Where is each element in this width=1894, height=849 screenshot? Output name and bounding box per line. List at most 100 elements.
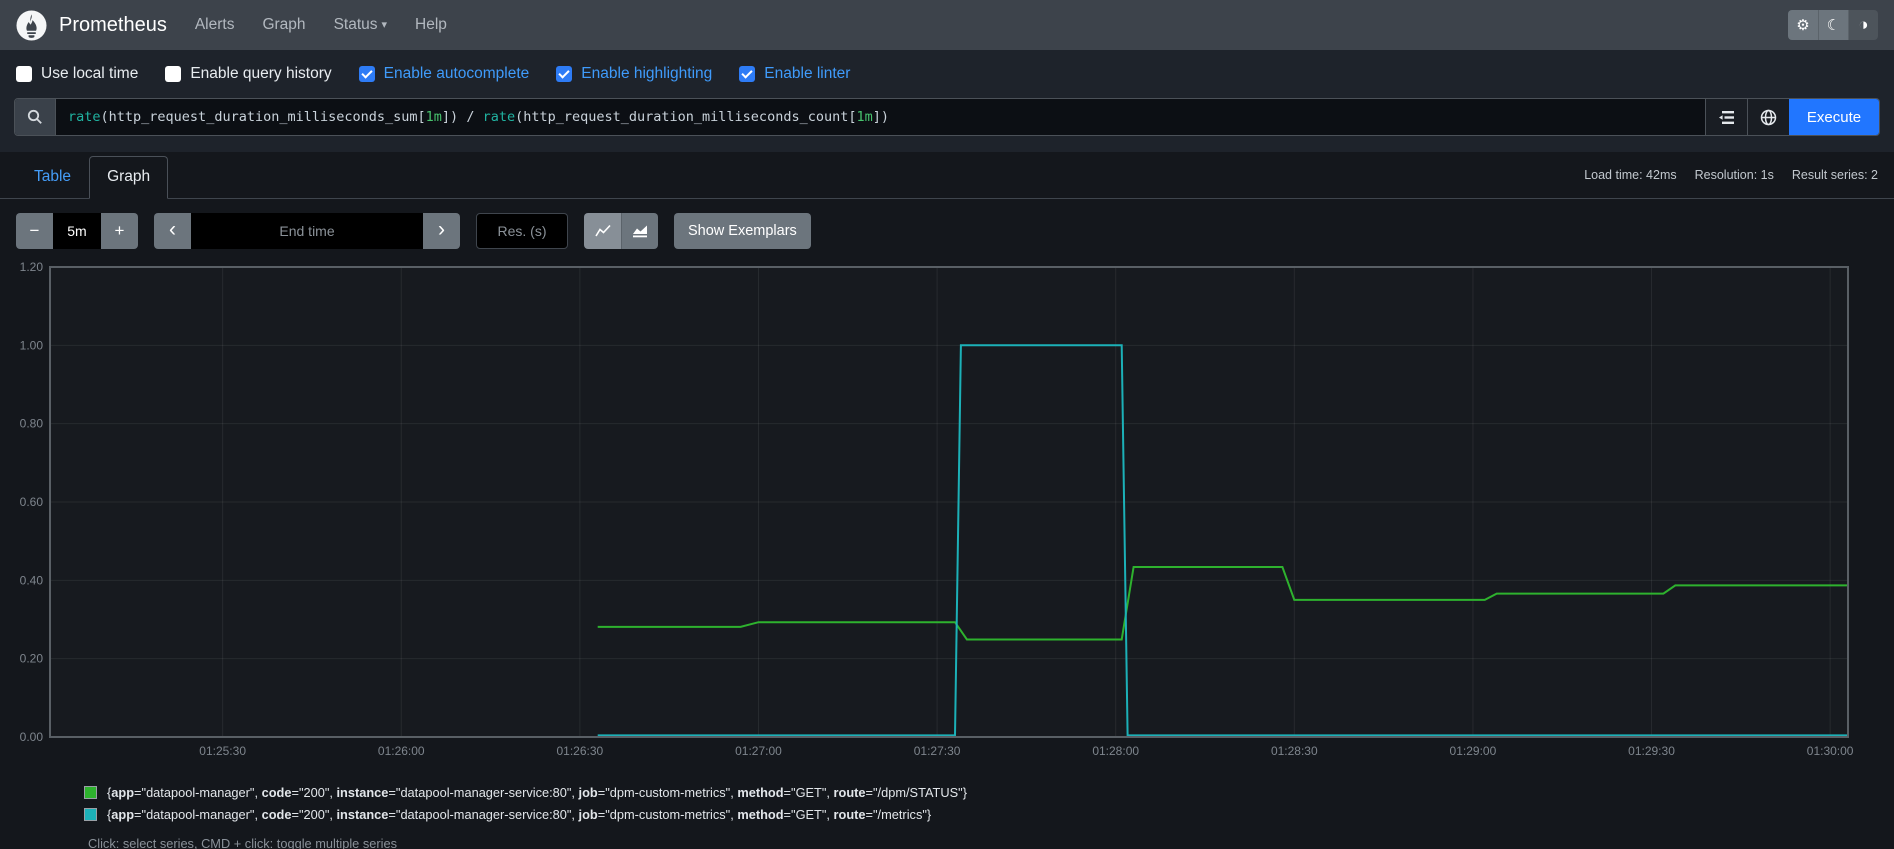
time-back-button[interactable]: ‹ <box>154 213 191 249</box>
query-token: http_request_duration_milliseconds_count <box>523 109 849 125</box>
option-label: Enable query history <box>190 65 332 82</box>
option-enable-linter[interactable]: Enable linter <box>739 65 850 83</box>
tab-graph[interactable]: Graph <box>89 156 169 199</box>
time-series-chart[interactable]: 1.20 1.00 0.80 0.60 0.40 0.20 0.00 01:25:30 01:2… <box>16 259 1878 769</box>
tab-table[interactable]: Table <box>16 156 89 199</box>
line-chart-button[interactable] <box>584 213 621 249</box>
checkbox[interactable] <box>739 66 756 82</box>
range-input[interactable] <box>53 213 101 249</box>
resolution-input[interactable] <box>476 213 568 249</box>
tabs-row: Table Graph Load time: 42ms Resolution: … <box>0 152 1894 199</box>
query-group: rate(http_request_duration_milliseconds_… <box>14 98 1880 136</box>
x-tick-label: 01:27:30 <box>914 744 961 758</box>
brand[interactable]: Prometheus <box>16 9 167 41</box>
range-decrease-button[interactable]: − <box>16 213 53 249</box>
end-time-picker: ‹ › <box>154 213 460 249</box>
moon-icon: ☾ <box>1826 17 1841 34</box>
chart-type-toggle <box>584 213 658 249</box>
y-tick-label: 0.40 <box>20 573 44 587</box>
query-tree-view-button[interactable] <box>1705 99 1747 135</box>
query-token: http_request_duration_milliseconds_sum <box>108 109 418 125</box>
time-forward-button[interactable]: › <box>423 213 460 249</box>
x-tick-label: 01:28:00 <box>1092 744 1139 758</box>
checkbox[interactable] <box>556 66 573 82</box>
load-time: Load time: 42ms <box>1584 168 1677 182</box>
checkbox[interactable] <box>358 66 375 82</box>
option-use-local-time[interactable]: Use local time <box>16 65 138 83</box>
query-token: [ <box>417 109 426 125</box>
app-title: Prometheus <box>59 13 167 36</box>
nav-item-help[interactable]: Help <box>401 8 461 42</box>
legend-help-note: Click: select series, CMD + click: toggl… <box>88 836 397 849</box>
query-token: / <box>458 109 483 125</box>
option-label: Use local time <box>41 65 139 82</box>
nav-item-status[interactable]: Status ▾ <box>320 8 401 42</box>
navbar: Prometheus Alerts Graph Status ▾ Help ⚙ ☾… <box>0 0 1894 50</box>
range-increase-button[interactable]: + <box>101 213 138 249</box>
legend-label: {app="datapool-manager", code="200", ins… <box>107 785 967 800</box>
checkbox[interactable] <box>16 66 32 82</box>
x-tick-label: 01:30:00 <box>1807 744 1854 758</box>
y-tick-label: 0.00 <box>20 730 44 744</box>
resolution: Resolution: 1s <box>1694 168 1774 182</box>
light-theme-button[interactable]: ⚙ <box>1788 10 1818 40</box>
graph-controls: − + ‹ › Show Exemplars <box>16 213 1878 249</box>
y-tick-label: 0.60 <box>20 495 44 509</box>
x-tick-label: 01:28:30 <box>1271 744 1318 758</box>
search-icon <box>27 109 43 125</box>
result-series: Result series: 2 <box>1791 168 1878 182</box>
chevron-down-icon: ▾ <box>381 19 388 31</box>
option-enable-query-history[interactable]: Enable query history <box>165 65 332 83</box>
metrics-explorer-button[interactable] <box>1747 99 1789 135</box>
query-expression-input[interactable]: rate(http_request_duration_milliseconds_… <box>56 99 1705 135</box>
query-token: ( <box>515 109 524 125</box>
legend-label: {app="datapool-manager", code="200", ins… <box>107 807 932 822</box>
x-tick-label: 01:26:00 <box>378 744 425 758</box>
y-tick-label: 1.20 <box>20 260 44 274</box>
checkbox[interactable] <box>165 66 182 82</box>
end-time-input[interactable] <box>191 213 423 249</box>
execute-button[interactable]: Execute <box>1789 99 1879 135</box>
query-header: Use local time Enable query history Enable… <box>0 50 1894 152</box>
option-label: Enable linter <box>764 65 851 82</box>
option-enable-highlighting[interactable]: Enable highlighting <box>556 65 712 83</box>
legend-item[interactable]: {app="datapool-manager", code="200", ins… <box>84 785 1894 800</box>
x-tick-label: 01:27:00 <box>735 744 782 758</box>
query-token: 1m <box>425 109 442 125</box>
prometheus-logo-icon <box>16 9 47 41</box>
tabs: Table Graph <box>16 156 169 199</box>
stacked-chart-button[interactable] <box>621 213 658 249</box>
option-enable-autocomplete[interactable]: Enable autocomplete <box>358 65 529 83</box>
nav-item-alerts[interactable]: Alerts <box>181 8 249 42</box>
dark-theme-button[interactable]: ☾ <box>1818 10 1848 40</box>
range-stepper: − + <box>16 213 138 249</box>
show-exemplars-button[interactable]: Show Exemplars <box>674 213 811 249</box>
x-tick-label: 01:25:30 <box>199 744 246 758</box>
x-tick-label: 01:26:30 <box>557 744 604 758</box>
legend-item[interactable]: {app="datapool-manager", code="200", ins… <box>84 807 1894 822</box>
x-tick-label: 01:29:00 <box>1450 744 1497 758</box>
legend-swatch <box>84 786 97 799</box>
chart-legend: {app="datapool-manager", code="200", ins… <box>84 785 1894 822</box>
theme-toggle-group: ⚙ ☾ ◑ <box>1788 10 1878 40</box>
search-button[interactable] <box>15 99 56 135</box>
query-token: rate <box>68 109 101 125</box>
legend-swatch <box>84 808 97 821</box>
query-token: ]) <box>441 109 459 125</box>
y-tick-label: 0.80 <box>20 417 44 431</box>
gear-icon: ⚙ <box>1796 17 1810 34</box>
line-chart-icon <box>594 224 611 238</box>
query-stats: Load time: 42ms Resolution: 1s Result se… <box>1584 168 1878 182</box>
query-token: rate <box>482 109 516 125</box>
query-token: 1m <box>856 109 873 125</box>
query-token: ]) <box>872 109 890 125</box>
query-row: rate(http_request_duration_milliseconds_… <box>14 98 1880 136</box>
nav-item-graph[interactable]: Graph <box>248 8 319 42</box>
auto-theme-button[interactable]: ◑ <box>1848 10 1878 40</box>
contrast-icon: ◑ <box>1858 15 1869 34</box>
option-label: Enable highlighting <box>581 65 713 82</box>
nav-links: Alerts Graph Status ▾ Help <box>181 8 461 42</box>
options-row: Use local time Enable query history Enable… <box>16 65 1880 83</box>
chart-canvas[interactable]: 1.20 1.00 0.80 0.60 0.40 0.20 0.00 01:25:30 01:2… <box>16 259 1878 769</box>
y-tick-label: 0.20 <box>20 652 44 666</box>
